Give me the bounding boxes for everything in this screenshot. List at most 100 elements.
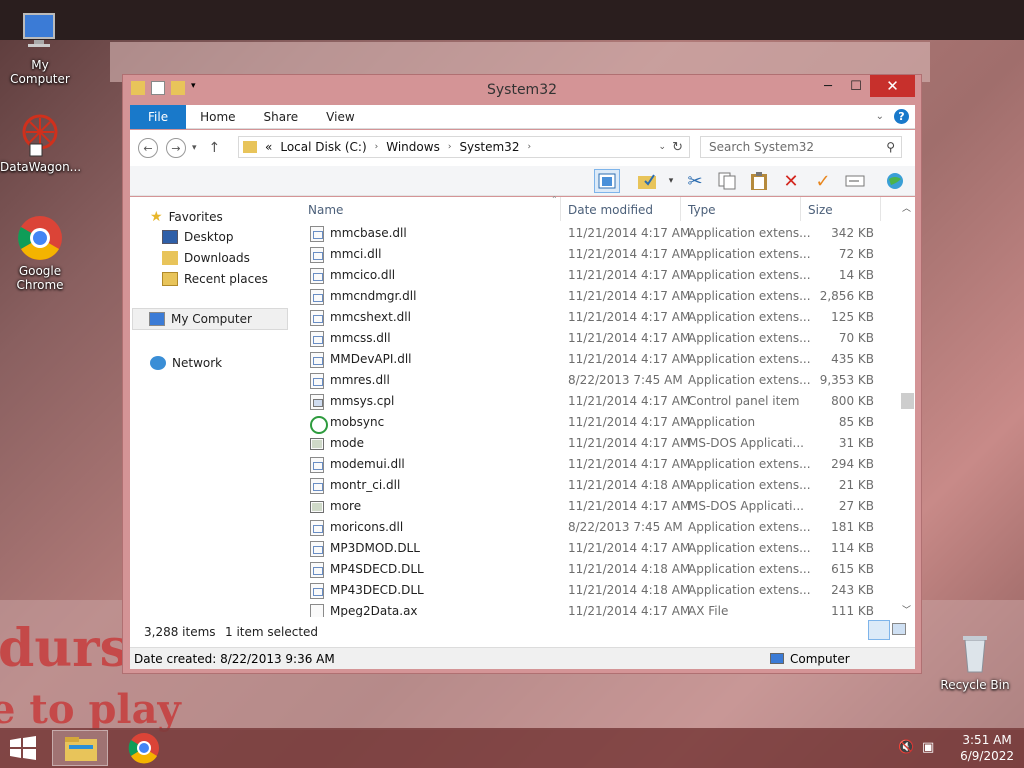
table-row[interactable]: MP3DMOD.DLL 11/21/2014 4:17 AM Application…: [300, 538, 900, 559]
file-size: 181 KB: [831, 520, 874, 534]
file-date: 11/21/2014 4:18 AM: [568, 562, 691, 576]
nav-label: Downloads: [184, 251, 250, 265]
checkmark-icon[interactable]: ✓: [810, 169, 836, 193]
file-date: 11/21/2014 4:17 AM: [568, 268, 691, 282]
desktop-icon-datawagon[interactable]: DataWagon...: [0, 110, 81, 174]
nav-desktop[interactable]: Desktop: [162, 230, 234, 244]
tab-view[interactable]: View: [312, 105, 368, 129]
maximize-button[interactable]: ☐: [842, 75, 870, 97]
help-icon[interactable]: ?: [894, 109, 909, 124]
details-view-icon[interactable]: [868, 620, 890, 640]
chevron-down-icon[interactable]: ▾: [658, 169, 684, 193]
nav-favorites[interactable]: ★ Favorites: [150, 209, 223, 225]
column-headers: ⌃ Name Date modified Type Size: [300, 195, 900, 223]
column-date-modified[interactable]: Date modified: [568, 203, 653, 217]
star-icon: ★: [150, 209, 163, 225]
file-size: 800 KB: [831, 394, 874, 408]
table-row[interactable]: mmres.dll 8/22/2013 7:45 AM Application ex…: [300, 370, 900, 391]
rename-icon[interactable]: [842, 169, 868, 193]
file-name: mmsys.cpl: [330, 394, 395, 408]
table-row[interactable]: mmsys.cpl 11/21/2014 4:17 AM Control panel…: [300, 391, 900, 412]
start-button[interactable]: [8, 736, 38, 760]
address-dropdown-icon[interactable]: ⌄: [659, 142, 667, 152]
column-name[interactable]: Name: [308, 203, 343, 217]
up-button[interactable]: ↑: [209, 140, 221, 156]
desktop-icon-my-computer[interactable]: My Computer: [0, 8, 80, 86]
minimize-button[interactable]: ─: [814, 75, 842, 97]
column-type[interactable]: Type: [688, 203, 716, 217]
clock[interactable]: 3:51 AM 6/9/2022: [960, 732, 1014, 764]
file-name: MP4SDECD.DLL: [330, 562, 424, 576]
back-button[interactable]: ←: [138, 138, 158, 158]
forward-button[interactable]: →: [166, 138, 186, 158]
title-bar[interactable]: ▾ System32 ─ ☐ ✕: [123, 75, 921, 105]
breadcrumb-windows[interactable]: Windows: [386, 140, 440, 154]
folder-options-icon[interactable]: [634, 169, 660, 193]
scrollbar-thumb[interactable]: [901, 393, 914, 409]
close-button[interactable]: ✕: [870, 75, 915, 97]
table-row[interactable]: moricons.dll 8/22/2013 7:45 AM Application…: [300, 517, 900, 538]
table-row[interactable]: mmcss.dll 11/21/2014 4:17 AM Application e…: [300, 328, 900, 349]
table-row[interactable]: mmcndmgr.dll 11/21/2014 4:17 AM Applicatio…: [300, 286, 900, 307]
preview-pane-icon[interactable]: [594, 169, 620, 193]
file-type: Application extens...: [688, 352, 811, 366]
table-row[interactable]: mmcbase.dll 11/21/2014 4:17 AM Application…: [300, 223, 900, 244]
nav-recent-places[interactable]: Recent places: [162, 272, 268, 286]
tab-file[interactable]: File: [130, 104, 187, 129]
vertical-scrollbar[interactable]: ︿ ﹀: [898, 197, 915, 617]
table-row[interactable]: MP43DECD.DLL 11/21/2014 4:18 AM Applicatio…: [300, 580, 900, 601]
nav-downloads[interactable]: Downloads: [162, 251, 250, 265]
desktop-icon-chrome[interactable]: Google Chrome: [0, 214, 80, 292]
delete-icon[interactable]: ✕: [778, 169, 804, 193]
file-icon: [310, 478, 324, 494]
file-size: 2,856 KB: [819, 289, 874, 303]
volume-muted-icon[interactable]: 🔇: [898, 740, 914, 755]
file-size: 294 KB: [831, 457, 874, 471]
tab-share[interactable]: Share: [250, 105, 313, 129]
table-row[interactable]: more 11/21/2014 4:17 AM MS-DOS Applicati..…: [300, 496, 900, 517]
refresh-icon[interactable]: ↻: [672, 140, 683, 155]
taskbar-file-explorer[interactable]: [52, 730, 108, 766]
file-name: Mpeg2Data.ax: [330, 604, 418, 618]
table-row[interactable]: MMDevAPI.dll 11/21/2014 4:17 AM Applicatio…: [300, 349, 900, 370]
table-row[interactable]: MP4SDECD.DLL 11/21/2014 4:18 AM Applicatio…: [300, 559, 900, 580]
paste-icon[interactable]: [746, 169, 772, 193]
address-overflow[interactable]: «: [265, 140, 272, 154]
search-placeholder: Search System32: [709, 140, 815, 154]
address-bar[interactable]: « Local Disk (C:) › Windows › System32 ›…: [238, 136, 690, 158]
search-input[interactable]: Search System32 ⚲: [700, 136, 902, 158]
nav-network[interactable]: Network: [150, 356, 222, 370]
expand-ribbon-icon[interactable]: ⌄: [876, 111, 884, 122]
table-row[interactable]: mmcico.dll 11/21/2014 4:17 AM Application …: [300, 265, 900, 286]
copy-icon[interactable]: [714, 169, 740, 193]
breadcrumb-system32[interactable]: System32: [459, 140, 519, 154]
chrome-icon: [16, 214, 64, 262]
table-row[interactable]: mode 11/21/2014 4:17 AM MS-DOS Applicati..…: [300, 433, 900, 454]
downloads-icon: [162, 251, 178, 265]
large-icons-view-icon[interactable]: [892, 623, 906, 635]
network-status-icon[interactable]: ▣: [922, 740, 934, 755]
cut-icon[interactable]: ✂: [682, 169, 708, 193]
table-row[interactable]: mobsync 11/21/2014 4:17 AM Application 85 K…: [300, 412, 900, 434]
recent-locations-icon[interactable]: ▾: [192, 143, 197, 153]
file-name: mmci.dll: [330, 247, 382, 261]
table-row[interactable]: montr_ci.dll 11/21/2014 4:18 AM Applicatio…: [300, 475, 900, 496]
breadcrumb-local-disk[interactable]: Local Disk (C:): [280, 140, 366, 154]
file-size: 615 KB: [831, 562, 874, 576]
file-icon: [310, 583, 324, 599]
scroll-up-icon[interactable]: ︿: [902, 201, 911, 214]
table-row[interactable]: mmci.dll 11/21/2014 4:17 AM Application ex…: [300, 244, 900, 265]
file-icon: [310, 331, 324, 347]
desktop-icon-recycle-bin[interactable]: Recycle Bin: [935, 628, 1015, 692]
globe-icon[interactable]: [882, 169, 908, 193]
tab-home[interactable]: Home: [186, 105, 249, 129]
taskbar-chrome[interactable]: [116, 730, 172, 766]
file-date: 11/21/2014 4:17 AM: [568, 310, 691, 324]
scroll-down-icon[interactable]: ﹀: [902, 603, 911, 616]
table-row[interactable]: modemui.dll 11/21/2014 4:17 AM Application…: [300, 454, 900, 475]
table-row[interactable]: mmcshext.dll 11/21/2014 4:17 AM Applicatio…: [300, 307, 900, 328]
nav-my-computer[interactable]: My Computer: [132, 308, 288, 330]
column-size[interactable]: Size: [808, 203, 833, 217]
ribbon-tabs: File Home Share View ⌄ ?: [130, 104, 915, 129]
file-name: mmcndmgr.dll: [330, 289, 417, 303]
